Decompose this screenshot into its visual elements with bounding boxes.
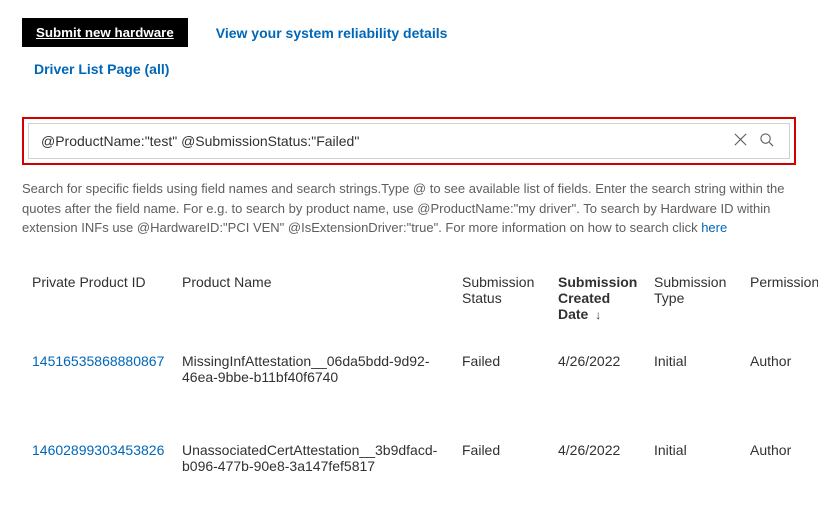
search-input[interactable] [39,132,727,150]
product-id-link[interactable]: 14516535868880867 [32,353,164,369]
close-icon [733,132,748,150]
help-here-link[interactable]: here [701,220,727,235]
search-button[interactable] [753,128,779,154]
type-cell: Initial [644,336,740,401]
date-cell: 4/26/2022 [548,336,644,401]
reliability-details-link[interactable]: View your system reliability details [216,25,448,41]
col-header-perm[interactable]: Permission [740,266,818,337]
help-body: Search for specific fields using field n… [22,181,785,235]
status-cell: Failed [452,401,548,490]
perm-cell: Author [740,401,818,490]
search-icon [759,132,774,150]
table-header-row: Private Product ID Product Name Submissi… [22,266,818,337]
col-header-id[interactable]: Private Product ID [22,266,172,337]
col-header-status[interactable]: Submission Status [452,266,548,337]
sort-descending-icon: ↓ [595,308,601,322]
type-cell: Initial [644,401,740,490]
search-box [28,123,790,159]
perm-cell: Author [740,336,818,401]
col-header-type[interactable]: Submission Type [644,266,740,337]
table-row: 14516535868880867 MissingInfAttestation_… [22,336,818,401]
driver-list-page-link[interactable]: Driver List Page (all) [34,61,169,77]
search-highlight-frame [22,117,796,165]
product-name-cell: UnassociatedCertAttestation__3b9dfacd-b0… [172,401,452,490]
product-name-cell: MissingInfAttestation__06da5bdd-9d92-46e… [172,336,452,401]
results-table: Private Product ID Product Name Submissi… [22,266,818,490]
col-header-date[interactable]: Submission Created Date ↓ [548,266,644,337]
clear-search-button[interactable] [727,128,753,154]
table-row: 14602899303453826 UnassociatedCertAttest… [22,401,818,490]
search-help-text: Search for specific fields using field n… [22,179,796,238]
col-header-name[interactable]: Product Name [172,266,452,337]
status-cell: Failed [452,336,548,401]
product-id-link[interactable]: 14602899303453826 [32,442,164,458]
date-cell: 4/26/2022 [548,401,644,490]
submit-new-hardware-button[interactable]: Submit new hardware [22,18,188,47]
top-action-row: Submit new hardware View your system rel… [22,18,796,47]
